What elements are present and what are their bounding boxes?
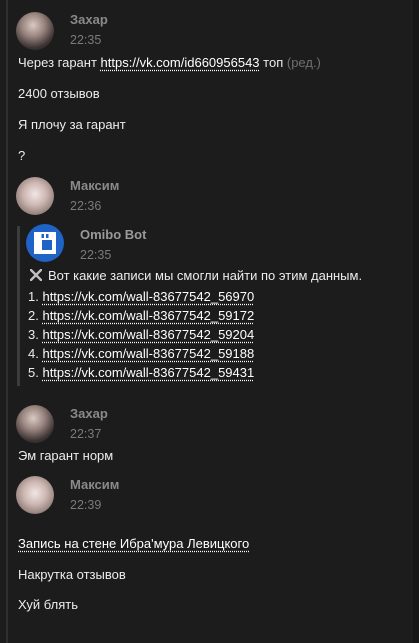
message-text: Хуй блять: [18, 597, 78, 612]
scroll-edge: [413, 0, 419, 643]
avatar-bot[interactable]: [26, 224, 64, 262]
message-text: Эм гарант норм: [18, 448, 114, 463]
author-name[interactable]: Максим: [70, 477, 119, 492]
result-item: 2. https://vk.com/wall-83677542_59172: [28, 308, 254, 323]
result-link[interactable]: https://vk.com/wall-83677542_59431: [42, 365, 254, 380]
bot-author-name[interactable]: Omibo Bot: [80, 227, 146, 242]
result-item: 4. https://vk.com/wall-83677542_59188: [28, 346, 254, 361]
edited-label: (ред.): [286, 55, 321, 70]
message-text: 2400 отзывов: [18, 86, 100, 101]
avatar-zakhar[interactable]: [16, 12, 54, 50]
result-number: 2.: [28, 308, 39, 323]
result-item: 3. https://vk.com/wall-83677542_59204: [28, 327, 254, 342]
conversation-rule: [6, 0, 8, 643]
chat-history: Захар 22:35 Через гарант https://vk.com/…: [0, 0, 419, 643]
author-name[interactable]: Захар: [70, 406, 108, 421]
avatar-maksim[interactable]: [16, 177, 54, 215]
forwarded-quote-bar: [17, 226, 20, 386]
bot-message-time: 22:35: [80, 248, 112, 262]
profile-link[interactable]: https://vk.com/id660956543: [101, 55, 260, 70]
message-time: 22:37: [70, 427, 102, 441]
message-text: Через гарант https://vk.com/id660956543 …: [18, 55, 321, 70]
result-link[interactable]: https://vk.com/wall-83677542_59188: [42, 346, 254, 361]
message-time: 22:35: [70, 33, 102, 47]
message-text: Запись на стене Ибра'мура Левицкого: [18, 536, 249, 551]
wall-post-link[interactable]: Запись на стене Ибра'мура Левицкого: [18, 536, 249, 551]
pin-icon: [30, 269, 42, 281]
avatar-zakhar[interactable]: [16, 405, 54, 443]
bot-intro-text: Вот какие записи мы смогли найти по этим…: [48, 268, 363, 283]
result-item: 1. https://vk.com/wall-83677542_56970: [28, 289, 254, 304]
result-link[interactable]: https://vk.com/wall-83677542_59204: [42, 327, 254, 342]
result-number: 4.: [28, 346, 39, 361]
message-time: 22:36: [70, 199, 102, 213]
author-name[interactable]: Захар: [70, 12, 108, 27]
message-text: Я плочу за гарант: [18, 117, 126, 132]
result-number: 1.: [28, 289, 39, 304]
message-text: ?: [18, 148, 26, 163]
result-link[interactable]: https://vk.com/wall-83677542_59172: [42, 308, 254, 323]
message-text-suffix: топ: [259, 55, 287, 70]
qr-logo-icon: [34, 232, 56, 254]
message-text: Накрутка отзывов: [18, 567, 126, 582]
result-link[interactable]: https://vk.com/wall-83677542_56970: [42, 289, 254, 304]
avatar-maksim[interactable]: [16, 476, 54, 514]
author-name[interactable]: Максим: [70, 178, 119, 193]
message-text-prefix: Через гарант: [18, 55, 101, 70]
message-time: 22:39: [70, 498, 102, 512]
result-number: 5.: [28, 365, 39, 380]
result-number: 3.: [28, 327, 39, 342]
bot-intro: Вот какие записи мы смогли найти по этим…: [30, 268, 362, 283]
result-item: 5. https://vk.com/wall-83677542_59431: [28, 365, 254, 380]
